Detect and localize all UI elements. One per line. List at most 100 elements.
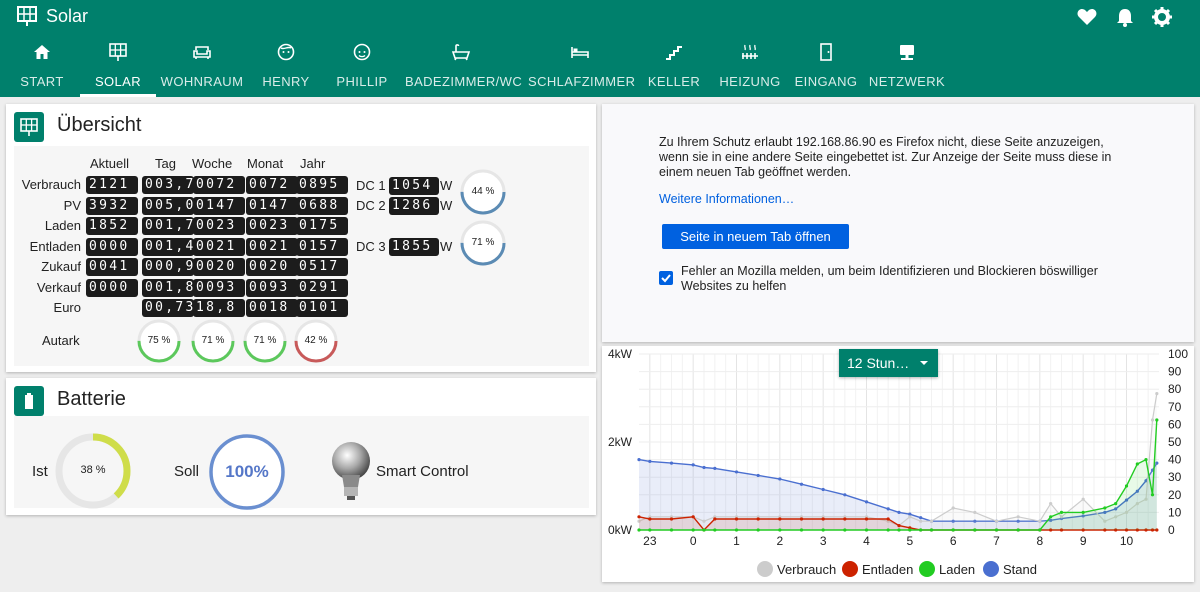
tab-schlafzimmer[interactable]: SCHLAFZIMMER	[528, 36, 632, 97]
legend-swatch	[919, 561, 935, 577]
percent-gauge: 71 %	[242, 318, 288, 364]
data-point-laden	[1155, 418, 1158, 421]
y-axis-tick-label: 10	[1168, 505, 1182, 519]
battery-soll-gauge[interactable]: 100%	[208, 433, 286, 511]
data-point-laden	[702, 528, 705, 531]
odometer-value: 001,4	[142, 238, 194, 256]
data-point-laden	[1151, 493, 1154, 496]
x-axis-tick-label: 4	[863, 534, 870, 548]
data-point-laden	[1114, 502, 1117, 505]
data-point-entladen	[713, 517, 716, 520]
open-in-new-tab-button[interactable]: Seite in neuem Tab öffnen	[662, 224, 849, 249]
tab-henry[interactable]: HENRY	[250, 36, 322, 97]
odometer-value: 0018	[246, 299, 298, 317]
row-label: Entladen	[15, 239, 81, 254]
autark-label: Autark	[42, 333, 80, 348]
data-point-entladen	[887, 517, 890, 520]
odometer-value: 0023	[246, 217, 298, 235]
row-label: Euro	[15, 300, 81, 315]
data-point-entladen	[778, 517, 781, 520]
bed-icon	[570, 42, 590, 62]
tab-start[interactable]: START	[7, 36, 77, 97]
data-point-stand	[800, 483, 803, 486]
odometer-value: 2121	[86, 176, 138, 194]
data-point-laden	[1060, 511, 1063, 514]
dc-value: 1286	[389, 197, 439, 215]
data-point-stand	[702, 466, 705, 469]
x-axis-tick-label: 10	[1120, 534, 1134, 548]
report-checkbox[interactable]	[659, 271, 673, 285]
battery-icon	[19, 391, 39, 411]
data-point-stand	[919, 516, 922, 519]
odometer-value: 0291	[296, 279, 348, 297]
legend-swatch	[842, 561, 858, 577]
odometer-value: 0895	[296, 176, 348, 194]
data-point-laden	[1038, 528, 1041, 531]
gear-icon[interactable]	[1151, 6, 1173, 28]
odometer-value: 0157	[296, 238, 348, 256]
tab-wohnraum[interactable]: WOHNRAUM	[160, 36, 244, 97]
tab-eingang[interactable]: EINGANG	[794, 36, 858, 97]
tab-phillip[interactable]: PHILLIP	[328, 36, 396, 97]
bell-icon[interactable]	[1114, 6, 1136, 28]
x-axis-tick-label: 9	[1080, 534, 1087, 548]
odometer-value: 001,7	[142, 217, 194, 235]
battery-card: Batterie Ist 38 % Soll 100% Smart Contro…	[6, 378, 596, 515]
data-point-entladen	[897, 524, 900, 527]
odometer-value: 0020	[246, 258, 298, 276]
data-point-laden	[865, 528, 868, 531]
tab-heizung[interactable]: HEIZUNG	[718, 36, 782, 97]
dc-unit: W	[440, 198, 452, 213]
data-point-stand	[822, 488, 825, 491]
column-header: Woche	[192, 156, 232, 171]
data-point-laden	[995, 528, 998, 531]
row-label: Verbrauch	[15, 177, 81, 192]
odometer-value: 0101	[296, 299, 348, 317]
tab-bar: START SOLAR WOHNRAUM HENRY PHILLIP BADEZ…	[0, 36, 1200, 97]
data-point-laden	[930, 528, 933, 531]
x-axis-tick-label: 0	[690, 534, 697, 548]
caret-down-icon	[920, 361, 928, 365]
heart-icon[interactable]	[1076, 6, 1098, 28]
dc-label: DC 1	[356, 178, 386, 193]
battery-soll-value: 100%	[208, 462, 286, 482]
data-point-laden	[713, 528, 716, 531]
door-icon	[816, 42, 836, 62]
data-point-entladen	[637, 515, 640, 518]
tab-badezimmer[interactable]: BADEZIMMER/WC	[405, 36, 517, 97]
check-icon	[659, 271, 673, 285]
data-point-verbrauch	[702, 520, 705, 523]
row-label: PV	[15, 198, 81, 213]
tab-netzwerk[interactable]: NETZWERK	[868, 36, 946, 97]
legend-label: Stand	[1003, 562, 1037, 577]
column-header: Monat	[247, 156, 283, 171]
percent-gauge: 71 %	[190, 318, 236, 364]
tab-solar[interactable]: SOLAR	[80, 36, 156, 97]
row-label: Laden	[15, 218, 81, 233]
data-point-laden	[1082, 511, 1085, 514]
data-point-entladen	[800, 517, 803, 520]
home-icon	[32, 42, 52, 62]
y-axis-tick-label: 40	[1168, 453, 1182, 467]
data-point-stand	[778, 477, 781, 480]
y-axis-tick-label: 80	[1168, 382, 1182, 396]
lightbulb-icon[interactable]	[328, 441, 374, 503]
legend-swatch	[983, 561, 999, 577]
odometer-value: 0147	[193, 197, 245, 215]
app-bar: Solar START SOLAR WOHNRAUM HENRY	[0, 0, 1200, 97]
data-point-entladen	[648, 517, 651, 520]
data-point-entladen	[757, 517, 760, 520]
monitor-icon	[897, 42, 917, 62]
tab-keller[interactable]: KELLER	[644, 36, 704, 97]
data-point-laden	[908, 528, 911, 531]
percent-gauge: 42 %	[293, 318, 339, 364]
data-point-stand	[648, 460, 651, 463]
odometer-value: 0072	[193, 176, 245, 194]
y-axis-tick-label: 90	[1168, 365, 1182, 379]
y-axis-tick-label: 60	[1168, 417, 1182, 431]
range-dropdown[interactable]: 12 Stun…	[839, 349, 938, 377]
y-axis-tick-label: 4kW	[608, 347, 633, 361]
more-info-link[interactable]: Weitere Informationen…	[659, 192, 794, 206]
data-point-entladen	[822, 517, 825, 520]
odometer-value: 0175	[296, 217, 348, 235]
